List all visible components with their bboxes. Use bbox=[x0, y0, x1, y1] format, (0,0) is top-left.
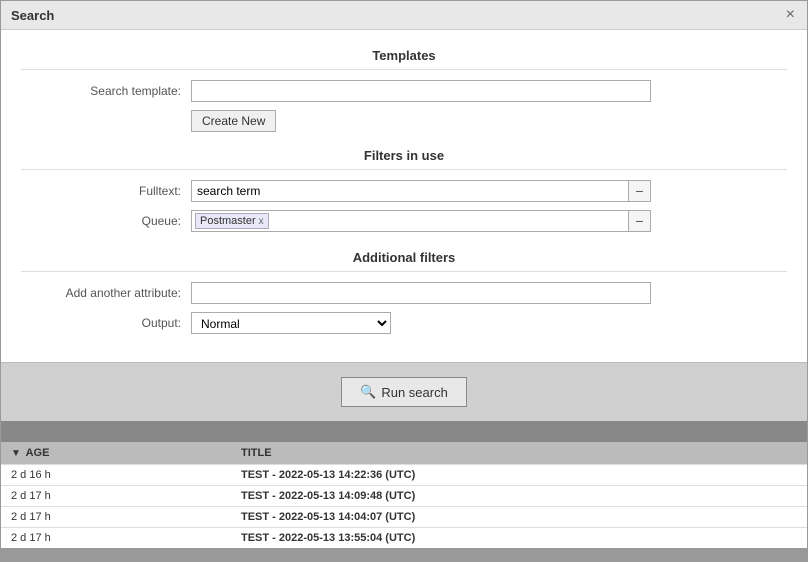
results-area: ▼ AGE TITLE 2 d 16 h TEST - 2022-05-13 1… bbox=[1, 421, 807, 561]
results-table-header: ▼ AGE TITLE bbox=[1, 441, 807, 464]
table-row: 2 d 16 h TEST - 2022-05-13 14:22:36 (UTC… bbox=[1, 464, 807, 485]
create-new-row: Create New bbox=[21, 110, 787, 132]
queue-remove-btn[interactable]: − bbox=[629, 210, 651, 232]
fulltext-row: Fulltext: − bbox=[21, 180, 787, 202]
row-age: 2 d 17 h bbox=[11, 490, 241, 502]
fulltext-label: Fulltext: bbox=[21, 184, 191, 198]
fulltext-remove-btn[interactable]: − bbox=[629, 180, 651, 202]
additional-filters-section: Additional filters Add another attribute… bbox=[21, 242, 787, 334]
search-template-control bbox=[191, 80, 651, 102]
search-template-label: Search template: bbox=[21, 84, 191, 98]
dialog-title: Search bbox=[11, 8, 54, 23]
search-dialog: Search × Templates Search template: Crea… bbox=[0, 0, 808, 562]
output-label: Output: bbox=[21, 316, 191, 330]
create-new-button[interactable]: Create New bbox=[191, 110, 276, 132]
add-attribute-control bbox=[191, 282, 651, 304]
create-new-control: Create New bbox=[191, 110, 651, 132]
row-age: 2 d 17 h bbox=[11, 532, 241, 544]
queue-tag-label: Postmaster bbox=[200, 215, 256, 227]
queue-row: Queue: Postmaster x − bbox=[21, 210, 787, 232]
search-template-input[interactable] bbox=[191, 80, 651, 102]
title-column-header[interactable]: TITLE bbox=[241, 447, 797, 459]
row-title: TEST - 2022-05-13 14:22:36 (UTC) bbox=[241, 469, 797, 481]
row-age: 2 d 16 h bbox=[11, 469, 241, 481]
queue-tag-remove[interactable]: x bbox=[259, 216, 264, 227]
dialog-body: Templates Search template: Create New Fi… bbox=[1, 30, 807, 362]
queue-tag: Postmaster x bbox=[195, 213, 269, 229]
row-title: TEST - 2022-05-13 14:09:48 (UTC) bbox=[241, 490, 797, 502]
action-bar: 🔍 Run search bbox=[1, 362, 807, 421]
row-age: 2 d 17 h bbox=[11, 511, 241, 523]
output-row: Output: Normal bbox=[21, 312, 787, 334]
add-attribute-input[interactable] bbox=[191, 282, 651, 304]
queue-input-wrap[interactable]: Postmaster x bbox=[191, 210, 629, 232]
sort-indicator: ▼ bbox=[11, 448, 21, 459]
close-button[interactable]: × bbox=[784, 7, 797, 23]
fulltext-input[interactable] bbox=[191, 180, 629, 202]
results-rows: 2 d 16 h TEST - 2022-05-13 14:22:36 (UTC… bbox=[1, 464, 807, 548]
table-row: 2 d 17 h TEST - 2022-05-13 14:09:48 (UTC… bbox=[1, 485, 807, 506]
add-attribute-row: Add another attribute: bbox=[21, 282, 787, 304]
templates-section-header: Templates bbox=[21, 40, 787, 70]
age-column-header[interactable]: ▼ AGE bbox=[11, 447, 241, 459]
queue-label: Queue: bbox=[21, 214, 191, 228]
search-icon: 🔍 bbox=[360, 384, 376, 400]
add-attribute-label: Add another attribute: bbox=[21, 286, 191, 300]
queue-input[interactable] bbox=[271, 211, 625, 231]
table-row: 2 d 17 h TEST - 2022-05-13 13:55:04 (UTC… bbox=[1, 527, 807, 548]
row-title: TEST - 2022-05-13 14:04:07 (UTC) bbox=[241, 511, 797, 523]
dialog-titlebar: Search × bbox=[1, 1, 807, 30]
row-title: TEST - 2022-05-13 13:55:04 (UTC) bbox=[241, 532, 797, 544]
additional-filters-header: Additional filters bbox=[21, 242, 787, 272]
filters-section-header: Filters in use bbox=[21, 140, 787, 170]
output-select[interactable]: Normal bbox=[191, 312, 391, 334]
run-search-button[interactable]: 🔍 Run search bbox=[341, 377, 467, 407]
run-search-label: Run search bbox=[381, 385, 447, 400]
search-template-row: Search template: bbox=[21, 80, 787, 102]
queue-wrap: Postmaster x − bbox=[191, 210, 651, 232]
fulltext-input-wrap: − bbox=[191, 180, 651, 202]
table-row: 2 d 17 h TEST - 2022-05-13 14:04:07 (UTC… bbox=[1, 506, 807, 527]
output-control: Normal bbox=[191, 312, 651, 334]
